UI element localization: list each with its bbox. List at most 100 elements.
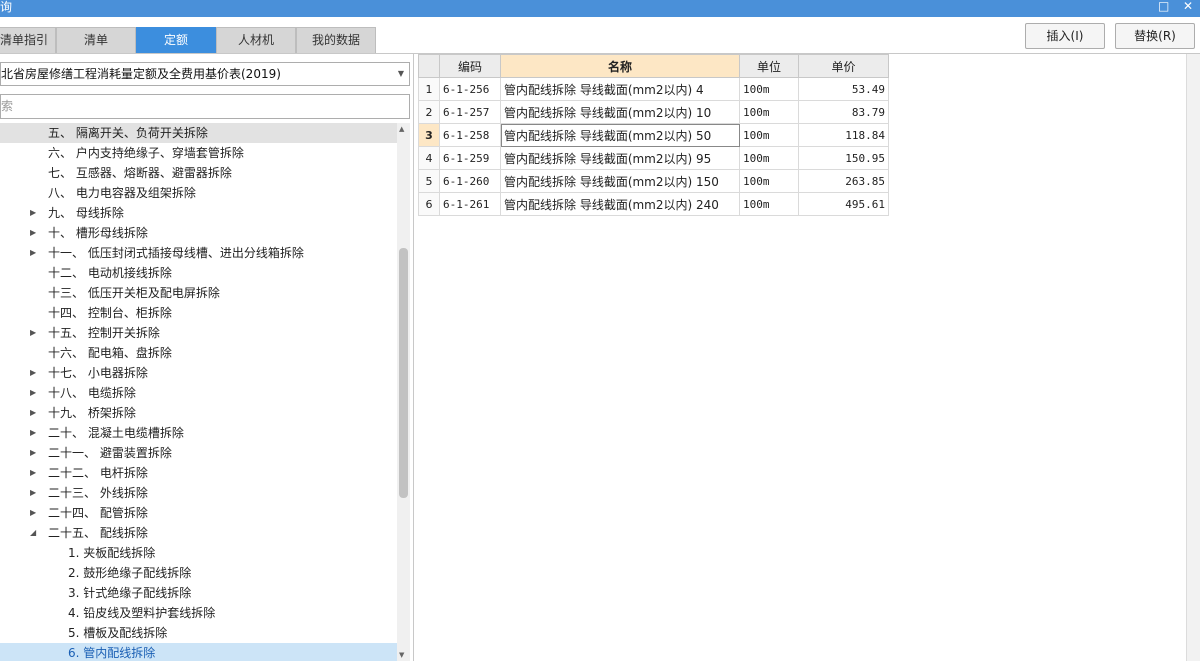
table-row[interactable]: 4 6-1-259 管内配线拆除 导线截面(mm2以内) 95 100m 150.95 (418, 146, 889, 170)
scroll-up-icon[interactable]: ▲ (399, 125, 404, 133)
tree-item[interactable]: ▶ 二十四、 配管拆除 (0, 503, 397, 523)
table-row[interactable]: 2 6-1-257 管内配线拆除 导线截面(mm2以内) 10 100m 83.79 (418, 100, 889, 124)
tree-item[interactable]: ▶ 二十三、 外线拆除 (0, 483, 397, 503)
tree-scrollbar[interactable]: ▲ ▼ (397, 123, 410, 661)
collapsed-triangle-icon[interactable]: ▶ (30, 323, 36, 343)
collapsed-triangle-icon[interactable]: ▶ (30, 363, 36, 383)
row-index[interactable]: 1 (418, 77, 440, 101)
cell-code[interactable]: 6-1-260 (439, 169, 501, 193)
cell-name[interactable]: 管内配线拆除 导线截面(mm2以内) 240 (500, 192, 740, 216)
tree-item[interactable]: 八、 电力电容器及组架拆除 (0, 183, 397, 203)
cell-unit[interactable]: 100m (739, 123, 799, 147)
tree-item[interactable]: 五、 隔离开关、负荷开关拆除 (0, 123, 397, 143)
cell-name[interactable]: 管内配线拆除 导线截面(mm2以内) 50 (500, 123, 740, 147)
tab-quota[interactable]: 定额 (136, 27, 216, 53)
search-input[interactable]: 索 (0, 94, 410, 119)
tree-item[interactable]: ▶ 十一、 低压封闭式插接母线槽、进出分线箱拆除 (0, 243, 397, 263)
collapsed-triangle-icon[interactable]: ▶ (30, 503, 36, 523)
quota-library-select[interactable]: 北省房屋修缮工程消耗量定额及全费用基价表(2019) ▼ (0, 62, 410, 86)
table-row[interactable]: 5 6-1-260 管内配线拆除 导线截面(mm2以内) 150 100m 263.85 (418, 169, 889, 193)
tree-item[interactable]: 十二、 电动机接线拆除 (0, 263, 397, 283)
tree-item[interactable]: 6. 管内配线拆除 (0, 643, 397, 661)
scroll-thumb[interactable] (399, 248, 408, 498)
replace-button[interactable]: 替换(R) (1115, 23, 1195, 49)
cell-code[interactable]: 6-1-259 (439, 146, 501, 170)
column-header-price[interactable]: 单价 (798, 54, 889, 78)
cell-name[interactable]: 管内配线拆除 导线截面(mm2以内) 10 (500, 100, 740, 124)
cell-name[interactable]: 管内配线拆除 导线截面(mm2以内) 150 (500, 169, 740, 193)
cell-unit[interactable]: 100m (739, 192, 799, 216)
tree-item-label: 六、 户内支持绝缘子、穿墙套管拆除 (48, 146, 244, 160)
restore-icon[interactable]: □ (1158, 0, 1169, 12)
tree-item[interactable]: ▶ 十八、 电缆拆除 (0, 383, 397, 403)
row-index[interactable]: 3 (418, 123, 440, 147)
tree-item[interactable]: 1. 夹板配线拆除 (0, 543, 397, 563)
column-header-name[interactable]: 名称 (500, 54, 740, 78)
tree-item[interactable]: ▶ 十五、 控制开关拆除 (0, 323, 397, 343)
tree-item[interactable]: 3. 针式绝缘子配线拆除 (0, 583, 397, 603)
cell-code[interactable]: 6-1-256 (439, 77, 501, 101)
tree-item[interactable]: ▶ 二十二、 电杆拆除 (0, 463, 397, 483)
close-icon[interactable]: ✕ (1183, 0, 1193, 12)
tree-item[interactable]: 4. 铅皮线及塑料护套线拆除 (0, 603, 397, 623)
cell-price[interactable]: 495.61 (798, 192, 889, 216)
tree-item[interactable]: ▶ 十九、 桥架拆除 (0, 403, 397, 423)
cell-name[interactable]: 管内配线拆除 导线截面(mm2以内) 95 (500, 146, 740, 170)
collapsed-triangle-icon[interactable]: ▶ (30, 423, 36, 443)
row-index[interactable]: 4 (418, 146, 440, 170)
tree-item[interactable]: 十四、 控制台、柜拆除 (0, 303, 397, 323)
cell-price[interactable]: 53.49 (798, 77, 889, 101)
collapsed-triangle-icon[interactable]: ▶ (30, 463, 36, 483)
tree-item[interactable]: 十三、 低压开关柜及配电屏拆除 (0, 283, 397, 303)
collapsed-triangle-icon[interactable]: ▶ (30, 243, 36, 263)
insert-button[interactable]: 插入(I) (1025, 23, 1105, 49)
column-header-code[interactable]: 编码 (439, 54, 501, 78)
tree-item-label: 十七、 小电器拆除 (48, 366, 148, 380)
tree-item[interactable]: ◢ 二十五、 配线拆除 (0, 523, 397, 543)
tab-my-data[interactable]: 我的数据 (296, 27, 376, 53)
cell-unit[interactable]: 100m (739, 169, 799, 193)
tree-item[interactable]: ▶ 二十、 混凝土电缆槽拆除 (0, 423, 397, 443)
collapsed-triangle-icon[interactable]: ▶ (30, 443, 36, 463)
tree-item[interactable]: 十六、 配电箱、盘拆除 (0, 343, 397, 363)
column-header-unit[interactable]: 单位 (739, 54, 799, 78)
chevron-down-icon[interactable]: ▼ (398, 63, 404, 85)
tree-item[interactable]: ▶ 十七、 小电器拆除 (0, 363, 397, 383)
tab-labor-material[interactable]: 人材机 (216, 27, 296, 53)
cell-unit[interactable]: 100m (739, 100, 799, 124)
collapsed-triangle-icon[interactable]: ▶ (30, 403, 36, 423)
collapsed-triangle-icon[interactable]: ▶ (30, 203, 36, 223)
cell-code[interactable]: 6-1-257 (439, 100, 501, 124)
search-placeholder: 索 (1, 99, 14, 113)
cell-price[interactable]: 150.95 (798, 146, 889, 170)
collapsed-triangle-icon[interactable]: ▶ (30, 483, 36, 503)
cell-code[interactable]: 6-1-258 (439, 123, 501, 147)
cell-price[interactable]: 263.85 (798, 169, 889, 193)
collapsed-triangle-icon[interactable]: ▶ (30, 383, 36, 403)
cell-code[interactable]: 6-1-261 (439, 192, 501, 216)
tab-list[interactable]: 清单 (56, 27, 136, 53)
tree-item[interactable]: ▶ 十、 槽形母线拆除 (0, 223, 397, 243)
table-row[interactable]: 3 6-1-258 管内配线拆除 导线截面(mm2以内) 50 100m 118.84 (418, 123, 889, 147)
tree-item[interactable]: ▶ 二十一、 避雷装置拆除 (0, 443, 397, 463)
tree-item[interactable]: ▶ 九、 母线拆除 (0, 203, 397, 223)
cell-name[interactable]: 管内配线拆除 导线截面(mm2以内) 4 (500, 77, 740, 101)
row-index[interactable]: 6 (418, 192, 440, 216)
tree-item[interactable]: 七、 互感器、熔断器、避雷器拆除 (0, 163, 397, 183)
cell-price[interactable]: 118.84 (798, 123, 889, 147)
tree-item[interactable]: 2. 鼓形绝缘子配线拆除 (0, 563, 397, 583)
cell-price[interactable]: 83.79 (798, 100, 889, 124)
collapsed-triangle-icon[interactable]: ▶ (30, 223, 36, 243)
table-row[interactable]: 1 6-1-256 管内配线拆除 导线截面(mm2以内) 4 100m 53.49 (418, 77, 889, 101)
table-row[interactable]: 6 6-1-261 管内配线拆除 导线截面(mm2以内) 240 100m 495.61 (418, 192, 889, 216)
tab-list-guide[interactable]: 清单指引 (0, 27, 56, 53)
cell-unit[interactable]: 100m (739, 146, 799, 170)
scroll-down-icon[interactable]: ▼ (399, 651, 404, 659)
row-index[interactable]: 5 (418, 169, 440, 193)
expanded-triangle-icon[interactable]: ◢ (30, 523, 36, 543)
cell-unit[interactable]: 100m (739, 77, 799, 101)
tree-item[interactable]: 六、 户内支持绝缘子、穿墙套管拆除 (0, 143, 397, 163)
tree-item[interactable]: 5. 槽板及配线拆除 (0, 623, 397, 643)
grid-scrollbar[interactable] (1186, 54, 1200, 661)
row-index[interactable]: 2 (418, 100, 440, 124)
